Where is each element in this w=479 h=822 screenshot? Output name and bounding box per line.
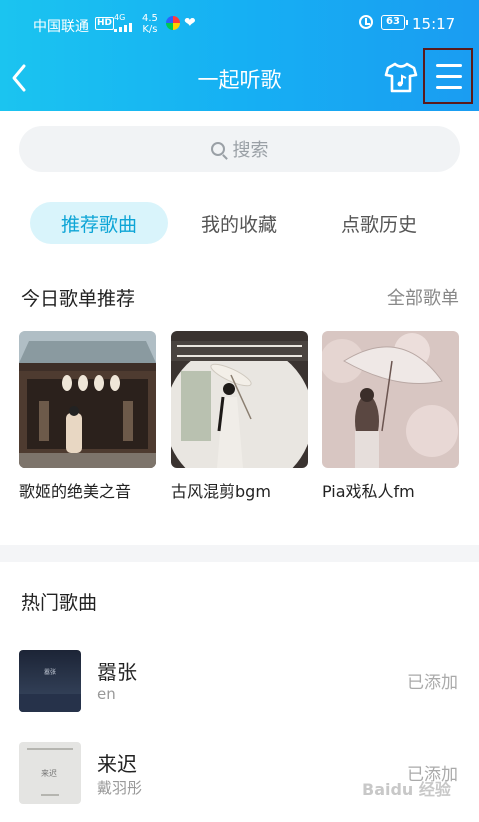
- title-bar: 一起听歌: [0, 48, 479, 111]
- added-status[interactable]: 已添加: [407, 668, 458, 693]
- playlist-cover: [171, 331, 308, 468]
- playlist-card[interactable]: 歌姬的绝美之音: [19, 331, 156, 502]
- song-row[interactable]: 嚣张 嚣张 en 已添加: [0, 650, 479, 716]
- tab-favorites[interactable]: 我的收藏: [170, 202, 308, 244]
- menu-button[interactable]: [423, 48, 473, 104]
- playlist-card[interactable]: 古风混剪bgm: [171, 331, 308, 502]
- hot-songs-title: 热门歌曲: [21, 592, 98, 614]
- battery-icon: 63: [381, 15, 408, 30]
- tab-recommended[interactable]: 推荐歌曲: [30, 202, 168, 244]
- hd-badge: HD: [95, 17, 115, 30]
- song-artist: en: [97, 685, 116, 703]
- search-icon: [210, 142, 225, 156]
- carrier-label: 中国联通: [33, 19, 89, 35]
- status-bar: 中国联通 HD 4G 4.5 K/s ❤ 63 15:17: [0, 0, 479, 48]
- playlist-name: 歌姬的绝美之音: [19, 482, 132, 501]
- song-cover: 来迟: [19, 742, 81, 804]
- search-placeholder: 搜索: [232, 140, 269, 161]
- clock: 15:17: [412, 15, 456, 33]
- song-cover: 嚣张: [19, 650, 81, 712]
- playlist-cover: [19, 331, 156, 468]
- search-input[interactable]: 搜索: [19, 126, 460, 172]
- song-artist: 戴羽彤: [97, 779, 143, 797]
- tab-history[interactable]: 点歌历史: [310, 202, 448, 244]
- signal-icon: 4G: [114, 13, 138, 32]
- alarm-icon: [359, 15, 373, 29]
- app-header: 中国联通 HD 4G 4.5 K/s ❤ 63 15:17 一起听歌: [0, 0, 479, 111]
- playlist-cover: [322, 331, 459, 468]
- song-title: 来迟: [97, 752, 137, 776]
- svg-text:嚣张: 嚣张: [44, 668, 56, 676]
- section-divider: [0, 545, 479, 562]
- recommend-title: 今日歌单推荐: [21, 288, 136, 310]
- all-playlists-link[interactable]: 全部歌单: [387, 284, 459, 310]
- playlist-card[interactable]: Pia戏私人fm: [322, 331, 459, 502]
- tshirt-icon: [384, 62, 418, 93]
- app-notification-icon: [166, 16, 180, 30]
- song-title: 嚣张: [97, 660, 137, 684]
- network-type: 4G: [114, 13, 126, 22]
- watermark: Baidu 经验: [362, 780, 451, 799]
- svg-text:来迟: 来迟: [41, 769, 57, 778]
- playlist-name: Pia戏私人fm: [322, 482, 415, 501]
- network-speed: 4.5 K/s: [142, 13, 158, 35]
- theme-button[interactable]: [384, 60, 418, 94]
- playlist-name: 古风混剪bgm: [171, 482, 271, 501]
- heart-icon: ❤: [184, 15, 196, 31]
